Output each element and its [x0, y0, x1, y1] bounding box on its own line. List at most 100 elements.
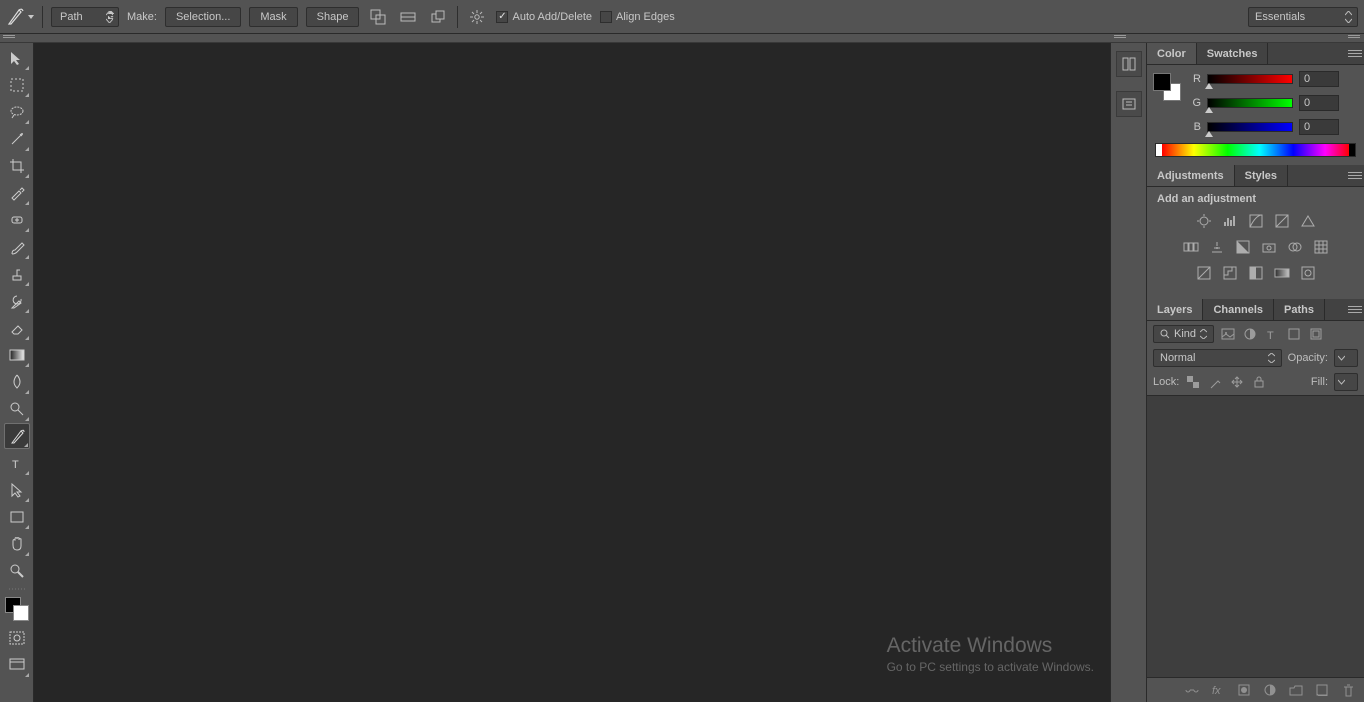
tab-layers[interactable]: Layers — [1147, 299, 1203, 320]
color-spectrum[interactable] — [1155, 143, 1356, 157]
color-balance-icon[interactable] — [1207, 237, 1227, 257]
blend-mode-dropdown[interactable]: Normal — [1153, 349, 1282, 367]
adjustment-layer-icon[interactable] — [1262, 682, 1278, 698]
brush-tool[interactable] — [4, 234, 30, 260]
workspace-dropdown[interactable]: Essentials — [1248, 7, 1358, 27]
trash-icon[interactable] — [1340, 682, 1356, 698]
b-slider[interactable] — [1207, 122, 1293, 132]
new-layer-icon[interactable] — [1314, 682, 1330, 698]
collapse-handle-icon[interactable] — [3, 35, 15, 41]
filter-adjustment-icon[interactable] — [1242, 326, 1258, 342]
align-edges-checkbox[interactable]: Align Edges — [600, 11, 675, 23]
auto-add-delete-checkbox[interactable]: Auto Add/Delete — [496, 11, 592, 23]
dodge-tool[interactable] — [4, 396, 30, 422]
tab-paths[interactable]: Paths — [1274, 299, 1325, 320]
lock-transparency-icon[interactable] — [1185, 374, 1201, 390]
lasso-tool[interactable] — [4, 99, 30, 125]
vibrance-icon[interactable] — [1298, 211, 1318, 231]
posterize-icon[interactable] — [1220, 263, 1240, 283]
layer-list[interactable] — [1147, 395, 1364, 678]
tab-adjustments[interactable]: Adjustments — [1147, 165, 1235, 186]
path-operations-icon[interactable] — [367, 6, 389, 28]
foreground-color-swatch[interactable] — [1153, 73, 1171, 91]
filter-smart-icon[interactable] — [1308, 326, 1324, 342]
layer-style-icon[interactable]: fx — [1210, 682, 1226, 698]
tab-color[interactable]: Color — [1147, 43, 1197, 64]
lock-image-icon[interactable] — [1207, 374, 1223, 390]
selection-button[interactable]: Selection... — [165, 7, 241, 27]
opacity-input[interactable] — [1334, 349, 1358, 367]
rectangle-tool[interactable] — [4, 504, 30, 530]
path-mode-dropdown[interactable]: Path — [51, 7, 119, 27]
exposure-icon[interactable] — [1272, 211, 1292, 231]
blur-tool[interactable] — [4, 369, 30, 395]
panel-menu-icon[interactable] — [1348, 47, 1362, 59]
brightness-contrast-icon[interactable] — [1194, 211, 1214, 231]
selective-color-icon[interactable] — [1298, 263, 1318, 283]
panel-menu-icon[interactable] — [1348, 169, 1362, 181]
r-slider[interactable] — [1207, 74, 1293, 84]
group-icon[interactable] — [1288, 682, 1304, 698]
fill-input[interactable] — [1334, 373, 1358, 391]
path-arrangement-icon[interactable] — [427, 6, 449, 28]
link-layers-icon[interactable] — [1184, 682, 1200, 698]
black-white-icon[interactable] — [1233, 237, 1253, 257]
color-lookup-icon[interactable] — [1311, 237, 1331, 257]
eyedropper-tool[interactable] — [4, 180, 30, 206]
photo-filter-icon[interactable] — [1259, 237, 1279, 257]
healing-brush-tool[interactable] — [4, 207, 30, 233]
gear-icon[interactable] — [466, 6, 488, 28]
foreground-background-swatch[interactable] — [4, 594, 30, 624]
quick-mask-icon[interactable] — [4, 625, 30, 651]
move-tool[interactable] — [4, 45, 30, 71]
g-value-input[interactable]: 0 — [1299, 95, 1339, 111]
filter-type-icon[interactable]: T — [1264, 326, 1280, 342]
b-value-input[interactable]: 0 — [1299, 119, 1339, 135]
tab-channels[interactable]: Channels — [1203, 299, 1274, 320]
shape-button[interactable]: Shape — [306, 7, 360, 27]
history-dock-icon[interactable] — [1116, 51, 1142, 77]
clone-stamp-tool[interactable] — [4, 261, 30, 287]
path-alignment-icon[interactable] — [397, 6, 419, 28]
screen-mode-icon[interactable] — [4, 652, 30, 678]
active-tool-icon[interactable] — [6, 5, 34, 29]
canvas-area[interactable]: Activate Windows Go to PC settings to ac… — [34, 43, 1110, 702]
magic-wand-tool[interactable] — [4, 126, 30, 152]
mask-button[interactable]: Mask — [249, 7, 297, 27]
lock-position-icon[interactable] — [1229, 374, 1245, 390]
tab-swatches[interactable]: Swatches — [1197, 43, 1269, 64]
hue-saturation-icon[interactable] — [1181, 237, 1201, 257]
type-tool[interactable]: T — [4, 450, 30, 476]
zoom-tool[interactable] — [4, 558, 30, 584]
curves-icon[interactable] — [1246, 211, 1266, 231]
layer-filter-kind-dropdown[interactable]: Kind — [1153, 325, 1214, 343]
threshold-icon[interactable] — [1246, 263, 1266, 283]
gradient-map-icon[interactable] — [1272, 263, 1292, 283]
eraser-tool[interactable] — [4, 315, 30, 341]
panel-menu-icon[interactable] — [1348, 303, 1362, 315]
r-value-input[interactable]: 0 — [1299, 71, 1339, 87]
filter-shape-icon[interactable] — [1286, 326, 1302, 342]
levels-icon[interactable] — [1220, 211, 1240, 231]
path-selection-tool[interactable] — [4, 477, 30, 503]
gradient-tool[interactable] — [4, 342, 30, 368]
history-brush-tool[interactable] — [4, 288, 30, 314]
properties-dock-icon[interactable] — [1116, 91, 1142, 117]
g-slider[interactable] — [1207, 98, 1293, 108]
lock-all-icon[interactable] — [1251, 374, 1267, 390]
hand-tool[interactable] — [4, 531, 30, 557]
collapse-handle-icon[interactable] — [1348, 35, 1360, 41]
pen-tool[interactable] — [4, 423, 30, 449]
crop-tool[interactable] — [4, 153, 30, 179]
color-swatch-stack[interactable] — [1153, 73, 1181, 101]
tab-styles[interactable]: Styles — [1235, 165, 1288, 186]
collapse-strip — [0, 34, 1364, 43]
b-value: 0 — [1304, 121, 1310, 133]
filter-pixel-icon[interactable] — [1220, 326, 1236, 342]
layer-mask-icon[interactable] — [1236, 682, 1252, 698]
collapse-handle-icon[interactable] — [1114, 35, 1126, 41]
channel-mixer-icon[interactable] — [1285, 237, 1305, 257]
panels-column: Color Swatches R 0 G 0 B 0 — [1146, 43, 1364, 702]
marquee-tool[interactable] — [4, 72, 30, 98]
invert-icon[interactable] — [1194, 263, 1214, 283]
